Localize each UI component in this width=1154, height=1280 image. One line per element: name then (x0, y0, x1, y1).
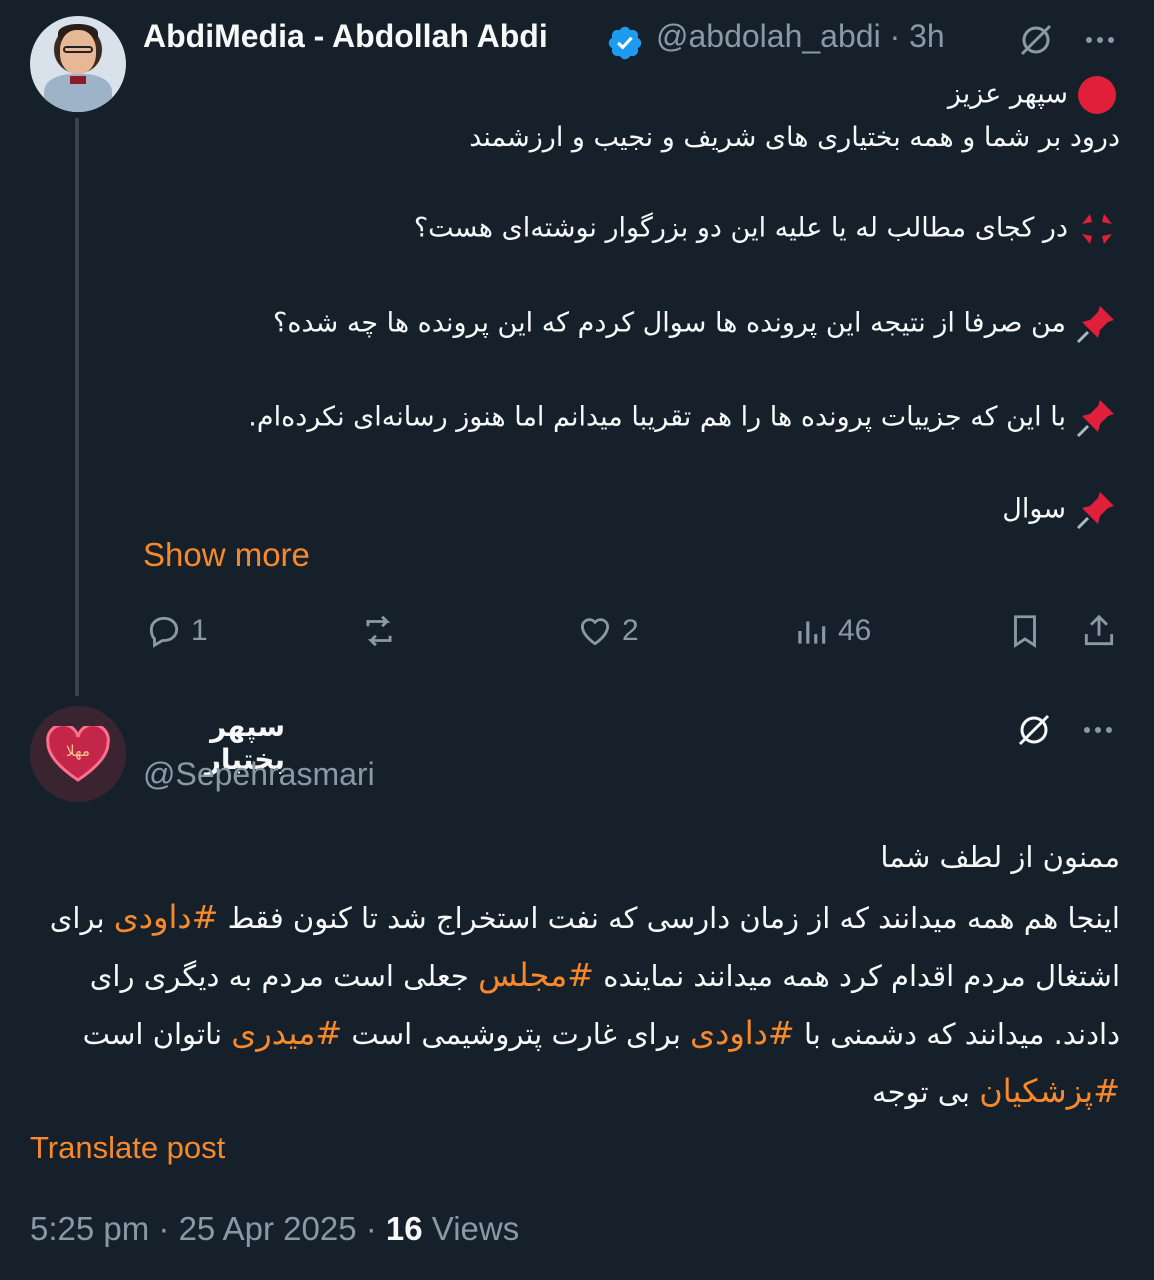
share-button[interactable] (1080, 606, 1118, 656)
show-more-link[interactable]: Show more (143, 536, 310, 574)
more-options-icon[interactable] (1080, 20, 1120, 60)
hashtag-link[interactable]: #داودی (114, 898, 219, 936)
bookmark-button[interactable] (1006, 606, 1044, 656)
pushpin-icon (1076, 400, 1114, 438)
more-options-icon[interactable] (1078, 710, 1118, 750)
grok-icon[interactable] (1014, 710, 1054, 750)
grok-icon[interactable] (1016, 20, 1056, 60)
repost-icon (366, 615, 392, 647)
like-button[interactable]: 2 (576, 606, 639, 656)
hashtag-link[interactable]: #میدری (231, 1014, 342, 1052)
views-button[interactable]: 46 (792, 606, 871, 656)
reply-text-line: دادند. میدانند که دشمنی با #داودی برای غ… (82, 1014, 1120, 1052)
reply-count: 1 (191, 614, 208, 647)
reply-text-line: #پزشکیان بی توجه (872, 1072, 1120, 1110)
pushpin-icon (1076, 492, 1114, 530)
reply-text-line: اشتغال مردم اقدام کرد همه میدانند نمایند… (89, 956, 1120, 994)
red-circle-icon (1078, 76, 1116, 114)
like-count: 2 (622, 614, 639, 647)
thread-connector-line (75, 118, 79, 696)
views-chart-icon (798, 621, 826, 644)
verified-badge-icon (608, 26, 642, 60)
reply-text-line: ممنون از لطف شما (880, 840, 1120, 874)
reply-button[interactable]: 1 (145, 606, 208, 656)
anger-icon (1082, 214, 1112, 244)
reply-text-line: اینجا هم همه میدانند که از زمان دارسی که… (49, 898, 1120, 936)
hashtag-link[interactable]: #پزشکیان (979, 1072, 1120, 1110)
hashtag-link[interactable]: #مجلس (478, 956, 594, 994)
post-text-line: در کجای مطالب له یا علیه این دو بزرگوار … (414, 208, 1118, 250)
reply-author-handle[interactable]: @Sepehrasmari (143, 756, 375, 793)
heart-icon (580, 618, 610, 646)
hashtag-link[interactable]: #داودی (690, 1014, 795, 1052)
avatar-label: مهلا (66, 742, 90, 760)
post-text-line: سوال (1002, 488, 1118, 532)
post-text-line: درود بر شما و همه بختیاری های شریف و نجی… (469, 122, 1120, 153)
author-handle[interactable]: @abdolah_abdi · 3h (656, 18, 945, 55)
share-icon (1084, 614, 1114, 646)
views-count: 46 (838, 614, 872, 647)
translate-post-link[interactable]: Translate post (30, 1130, 225, 1166)
post-time: · 3h (889, 18, 945, 54)
reply-author-avatar[interactable]: مهلا (30, 706, 126, 802)
repost-button[interactable] (360, 606, 398, 656)
views-count: 16 (385, 1210, 423, 1247)
author-name[interactable]: AbdiMedia - Abdollah Abdi (143, 18, 548, 55)
post-text-line: سپهر عزیز (948, 74, 1118, 116)
post-text-line: با این که جزییات پرونده ها را هم تقریبا … (248, 396, 1118, 440)
post-text-line: من صرفا از نتیجه این پرونده ها سوال کردم… (273, 302, 1118, 346)
post-timestamp: 5:25 pm · 25 Apr 2025 · 16 Views (30, 1210, 520, 1247)
reply-icon (149, 616, 179, 648)
bookmark-icon (1014, 615, 1036, 648)
author-avatar[interactable] (30, 16, 126, 112)
pushpin-icon (1076, 306, 1114, 344)
